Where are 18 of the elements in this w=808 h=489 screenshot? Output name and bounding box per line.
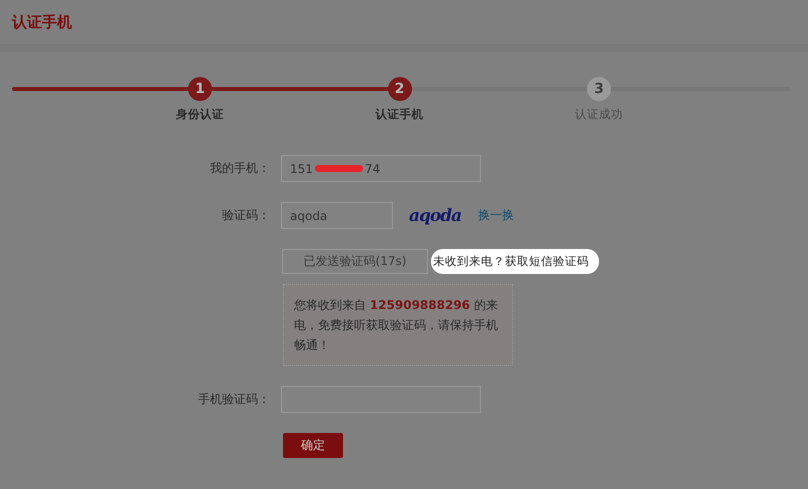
field-label: 验证码： [221,207,271,224]
page-title: 认证手机 [12,12,72,32]
refresh-link[interactable]: 换一换 [478,207,514,224]
step-label: 认证成功 [575,107,623,122]
step-number: 3 [587,77,611,101]
step-label: 认证手机 [376,107,424,122]
phone-field[interactable]: 151 74 [281,155,481,182]
field-label: 手机验证码： [197,391,271,408]
field-label: 我的手机： [209,160,271,177]
sms-code-link[interactable]: 未收到来电？获取短信验证码 [431,249,599,274]
captcha-field[interactable]: aqoda [281,202,393,229]
step-number: 2 [388,77,412,101]
step-label: 身份认证 [176,107,224,122]
confirm-button[interactable]: 确定 [283,433,343,458]
sms-code-field[interactable] [281,386,481,413]
captcha-image: aqoda [409,206,462,226]
call-notice: 您将收到来自 125909888296 的来电，免费接听获取验证码，请保持手机畅通！ [283,284,513,366]
step-number: 1 [188,77,212,101]
